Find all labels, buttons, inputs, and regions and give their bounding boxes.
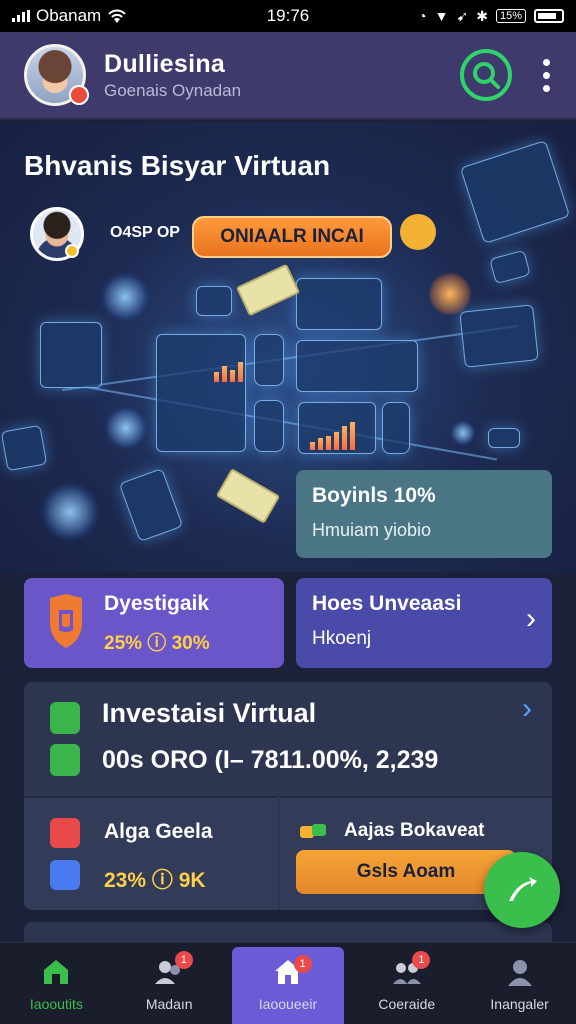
laptop-panel [459, 304, 539, 368]
bonus-title: Boyinls 10% [312, 484, 436, 507]
status-bar: Obanam 19:76 ◔ ▼ ➹ ✱ 15% [0, 0, 576, 32]
investment-card-hoes[interactable]: Hoes Unveaasi Hkoenj › [296, 578, 552, 668]
home-icon [44, 960, 69, 984]
card-value: 25% ⓘ 30% [104, 633, 210, 654]
investment-summary-card: Investaisi Virtual › 00s ORO (I– 7811.00… [24, 682, 552, 910]
profile-avatar[interactable] [24, 44, 89, 106]
chart-icon [50, 744, 80, 776]
shield-icon [50, 594, 82, 648]
card-title: Hoes Unveaasi [312, 592, 462, 615]
floating-panel [459, 140, 571, 244]
floating-panel [118, 468, 184, 542]
phone-panel [382, 402, 410, 454]
status-left: Obanam [12, 6, 127, 26]
card-subtitle: Hkoenj [312, 628, 372, 649]
decor-line [62, 324, 518, 392]
tab-badge: 1 [174, 951, 193, 969]
bar-chart-icon [310, 422, 355, 450]
battery-percent: 15% [495, 9, 526, 23]
bird-icon [50, 860, 80, 890]
card-title: Dyestigaik [104, 592, 210, 615]
carrier-name: Obanam [36, 6, 102, 25]
decor-glow [104, 406, 148, 450]
header-subtitle: Goenais Oynadan [104, 80, 242, 100]
floating-panel [489, 249, 531, 285]
floating-panel [0, 424, 48, 472]
money-icon [215, 468, 281, 524]
floating-panel [296, 278, 382, 330]
bluetooth-icon: ✱ [476, 7, 488, 24]
decor-glow [100, 272, 150, 322]
right-title: Aajas Bokaveat [344, 820, 485, 841]
wifi-icon [108, 9, 126, 23]
header-actions [460, 49, 552, 101]
wallet-icon [50, 702, 80, 734]
decor-glow [40, 482, 100, 542]
investment-stat: 00s ORO (I– 7811.00%, 2,239 [102, 746, 439, 774]
bar-chart-icon [214, 362, 243, 382]
header-title: Dulliesina [104, 49, 226, 78]
hero-stat: O4SP OP [110, 224, 180, 241]
hero-banner: Bhvanis Bisyar Virtuan O4SP OP ONIAALR I… [0, 122, 576, 572]
right-action-button[interactable]: Gsls Aoam [296, 850, 516, 894]
header-text: Dulliesina Goenais Oynadan [104, 50, 241, 101]
more-vertical-icon[interactable] [540, 58, 552, 92]
trend-arrow-icon [509, 877, 537, 901]
floating-panel [296, 340, 418, 392]
left-value: 23% ⓘ 9K [104, 869, 206, 892]
tab-label: Iaooueeir [258, 996, 318, 1012]
signal-icon [12, 10, 30, 22]
chevron-right-icon[interactable]: › [526, 602, 536, 636]
decor-glow [450, 420, 476, 446]
tab-user[interactable]: Inangaler [463, 943, 576, 1024]
search-button[interactable] [460, 49, 512, 101]
phone-panel [254, 334, 284, 386]
investment-title: Investaisi Virtual [102, 698, 317, 728]
share-fab[interactable] [484, 852, 560, 928]
floating-panel [196, 286, 232, 316]
tab-home[interactable]: Iaooutits [0, 943, 113, 1024]
bottom-tab-bar: Iaooutits 1 Madaın 1 Iaooueeir 1 Coeraid… [0, 942, 576, 1024]
hero-title: Bhvanis Bisyar Virtuan [24, 150, 331, 181]
wifi-small-icon: ▼ [434, 8, 449, 24]
tab-label: Iaooutits [29, 996, 83, 1012]
decor-glow [428, 272, 472, 316]
tab-badge: 1 [412, 951, 431, 969]
bonus-subtitle: Hmuiam yiobio [312, 520, 432, 540]
status-right: ◔ ▼ ➹ ✱ 15% [418, 8, 564, 25]
app-header: Dulliesina Goenais Oynadan [0, 32, 576, 120]
tab-group[interactable]: 1 Coeraide [350, 943, 463, 1024]
investment-left-panel[interactable]: Alga Geela 23% ⓘ 9K [24, 796, 278, 910]
bonus-card[interactable]: Boyinls 10% Hmuiam yiobio [296, 470, 552, 558]
tab-house[interactable]: 1 Iaooueeir [231, 947, 345, 1024]
investment-card-dyestigaik[interactable]: Dyestigaik 25% ⓘ 30% [24, 578, 284, 668]
floating-panel [40, 322, 102, 388]
phone-panel [254, 400, 284, 452]
tab-label: Inangaler [490, 996, 549, 1012]
floating-panel [488, 428, 520, 448]
hero-avatar[interactable] [30, 207, 84, 261]
emoji-icon [400, 214, 436, 250]
search-icon [473, 62, 500, 89]
money-icon [235, 263, 301, 317]
chevron-right-icon[interactable]: › [522, 692, 532, 726]
alarm-icon: ◔ [418, 8, 427, 24]
tab-people[interactable]: 1 Madaın [113, 943, 226, 1024]
tab-label: Coeraide [378, 996, 436, 1012]
dashboard-panel [156, 334, 246, 452]
tab-badge: 1 [293, 955, 312, 973]
user-icon [507, 960, 532, 986]
left-title: Alga Geela [104, 820, 213, 843]
battery-icon [534, 9, 564, 23]
status-dot [65, 244, 79, 258]
tab-label: Madaın [145, 996, 193, 1012]
notification-badge [69, 85, 89, 105]
card-icon [50, 818, 80, 848]
handshake-icon [300, 824, 326, 838]
location-icon: ➹ [456, 7, 469, 24]
hero-cta-button[interactable]: ONIAALR INCAI [192, 216, 392, 258]
